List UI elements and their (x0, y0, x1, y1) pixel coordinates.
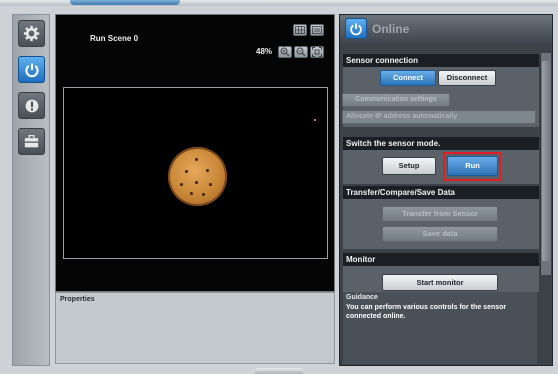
scrollbar-thumb[interactable] (542, 61, 550, 261)
save-data-button[interactable]: Save data (382, 226, 498, 242)
properties-pane: Properties (55, 292, 335, 364)
zoom-out-button[interactable] (294, 46, 308, 58)
guidance-title: Guidance (346, 294, 378, 301)
cookie-object (168, 147, 227, 206)
panel-title: Online (372, 22, 410, 36)
zoom-level: 48% (256, 47, 273, 56)
captured-image[interactable] (63, 87, 328, 259)
splitter-handle[interactable] (255, 368, 303, 374)
communication-settings-button[interactable]: Communication settings (342, 93, 450, 107)
scene-label: Run Scene 0 (90, 34, 139, 43)
online-button[interactable] (18, 56, 45, 83)
online-icon-badge (345, 18, 367, 39)
power-icon (24, 63, 39, 77)
sensor-connection-heading: Sensor connection (343, 54, 539, 67)
properties-title: Properties (60, 296, 95, 303)
settings-button[interactable] (18, 20, 45, 47)
guidance-text: You can perform various controls for the… (346, 304, 507, 320)
grid-toggle-button[interactable] (293, 24, 307, 36)
toolbox-button[interactable] (18, 128, 45, 155)
left-toolbar (12, 14, 50, 366)
connect-button[interactable]: Connect (380, 70, 436, 86)
allocate-ip-option[interactable]: Allocate IP address automatically (342, 110, 536, 124)
transfer-heading: Transfer/Compare/Save Data (343, 186, 539, 199)
app-window: Run Scene 0 48% Properties Online Sensor… (0, 0, 558, 374)
image-artifact (314, 119, 316, 121)
grid-icon (295, 26, 305, 34)
start-monitor-button[interactable]: Start monitor (382, 274, 498, 291)
run-button-highlight (443, 152, 501, 181)
alert-button[interactable] (18, 92, 45, 119)
toolbox-icon (24, 135, 39, 148)
zoom-in-icon (280, 47, 290, 57)
title-strip (0, 0, 558, 6)
zoom-in-button[interactable] (278, 46, 292, 58)
layout-button[interactable] (310, 24, 324, 36)
layout-icon (312, 26, 322, 34)
panel-scrollbar[interactable] (540, 53, 551, 275)
alert-icon (25, 99, 38, 112)
active-tab-indicator[interactable] (70, 0, 180, 5)
fit-icon (312, 47, 322, 57)
monitor-heading: Monitor (343, 253, 539, 266)
disconnect-button[interactable]: Disconnect (438, 70, 496, 86)
power-icon (350, 22, 362, 35)
sensor-mode-heading: Switch the sensor mode. (343, 137, 539, 150)
guidance-box: Guidance You can perform various control… (343, 292, 537, 364)
transfer-from-sensor-button[interactable]: Transfer from Sensor (382, 206, 498, 222)
fit-to-window-button[interactable] (310, 46, 324, 58)
setup-mode-button[interactable]: Setup (382, 157, 436, 175)
panel-header: Online (340, 15, 552, 43)
zoom-out-icon (296, 47, 306, 57)
gear-icon (23, 25, 40, 42)
sensor-mode-section (343, 150, 539, 184)
